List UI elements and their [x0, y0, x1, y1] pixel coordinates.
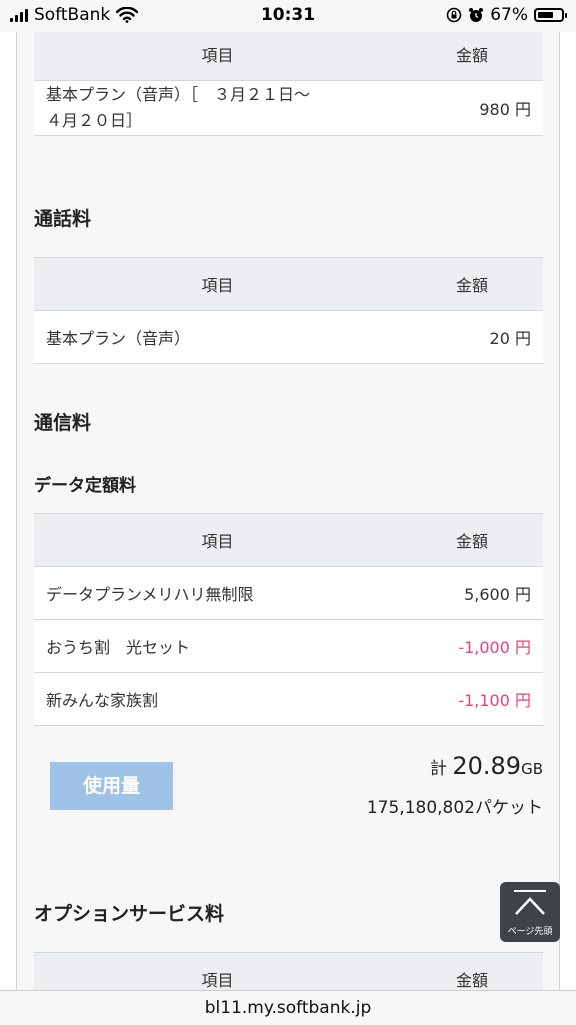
call-section: 項目 金額 基本プラン（音声） 20 円 [34, 257, 543, 364]
amount-value: 5,600 [464, 585, 510, 604]
usage-area: 使用量 計 20.89GB 175,180,802パケット [34, 747, 543, 847]
comm-section: 項目 金額 データプランメリハリ無制限 5,600 円 おうち割 光セット -1… [34, 513, 543, 726]
amount-unit: 円 [514, 585, 531, 604]
header-item: 項目 [34, 513, 401, 567]
amount-unit: 円 [514, 638, 531, 657]
table-row: 新みんな家族割 -1,100 円 [34, 672, 543, 726]
url-text: bl11.my.softbank.jp [204, 998, 372, 1018]
table-row: 基本プラン（音声）［ ３月２１日〜 ４月２０日］ 980 円 [34, 80, 543, 136]
row-amount: -1,100 円 [401, 672, 543, 726]
total-prefix: 計 [429, 759, 447, 779]
row-amount: -1,000 円 [401, 619, 543, 673]
amount-value: 980 [479, 100, 510, 119]
amount-value: -1,100 [458, 691, 510, 710]
rotation-lock-icon [446, 7, 462, 23]
comm-section-subtitle: データ定額料 [34, 476, 136, 496]
row-item: 基本プラン（音声） [34, 310, 401, 364]
row-item: データプランメリハリ無制限 [34, 566, 401, 620]
table-row: 基本プラン（音声） 20 円 [34, 310, 543, 364]
header-amount: 金額 [401, 513, 543, 567]
row-item: 新みんな家族割 [34, 672, 401, 726]
table-row: データプランメリハリ無制限 5,600 円 [34, 566, 543, 620]
header-amount: 金額 [401, 257, 543, 311]
row-amount: 980 円 [401, 80, 543, 136]
row-amount: 5,600 円 [401, 566, 543, 620]
packet-count: 175,180,802パケット [366, 798, 543, 818]
call-section-title: 通話料 [34, 208, 92, 230]
status-right: 67% [446, 5, 567, 25]
amount-unit: 円 [514, 691, 531, 710]
table-row: おうち割 光セット -1,000 円 [34, 619, 543, 673]
row-item: おうち割 光セット [34, 619, 401, 673]
option-section-title: オプションサービス料 [34, 903, 225, 925]
status-bar: SoftBank 10:31 67% [0, 0, 576, 32]
table-header: 項目 金額 [34, 952, 543, 990]
battery-percent: 67% [490, 5, 528, 25]
amount-value: -1,000 [458, 638, 510, 657]
header-item: 項目 [34, 257, 401, 311]
call-fee-table: 項目 金額 基本プラン（音声） 20 円 [34, 257, 543, 364]
option-section: 項目 金額 [34, 952, 543, 990]
amount-unit: 円 [514, 329, 531, 348]
basic-fee-section: 項目 金額 基本プラン（音声）［ ３月２１日〜 ４月２０日］ 980 円 [34, 32, 543, 136]
row-item-line2: ４月２０日］ [46, 111, 143, 130]
row-item-line1: 基本プラン（音声）［ ３月２１日〜 [46, 85, 311, 104]
amount-value: 20 [489, 329, 510, 348]
header-item: 項目 [34, 952, 401, 990]
option-fee-table: 項目 金額 [34, 952, 543, 990]
alarm-icon [469, 8, 484, 22]
page-top-label: ページ先頭 [507, 927, 553, 937]
table-header: 項目 金額 [34, 513, 543, 567]
row-item: 基本プラン（音声）［ ３月２１日〜 ４月２０日］ [34, 80, 401, 136]
battery-icon [534, 8, 567, 22]
page-top-button[interactable]: ページ先頭 [500, 882, 560, 942]
header-item: 項目 [34, 32, 401, 81]
chevron-up-icon [514, 890, 546, 915]
amount-unit: 円 [514, 100, 531, 119]
comm-section-title: 通信料 [34, 412, 92, 434]
usage-button[interactable]: 使用量 [50, 762, 173, 810]
url-bar[interactable]: bl11.my.softbank.jp [0, 990, 576, 1025]
basic-fee-table: 項目 金額 基本プラン（音声）［ ３月２１日〜 ４月２０日］ 980 円 [34, 32, 543, 136]
header-amount: 金額 [401, 32, 543, 81]
data-fee-table: 項目 金額 データプランメリハリ無制限 5,600 円 おうち割 光セット -1… [34, 513, 543, 726]
table-header: 項目 金額 [34, 32, 543, 81]
total-value: 20.89 [452, 752, 522, 780]
usage-total: 計 20.89GB [430, 752, 543, 780]
main-content: 項目 金額 基本プラン（音声）［ ３月２１日〜 ４月２０日］ 980 円 通話料… [16, 32, 560, 990]
table-header: 項目 金額 [34, 257, 543, 311]
header-amount: 金額 [401, 952, 543, 990]
row-amount: 20 円 [401, 310, 543, 364]
total-unit: GB [521, 760, 543, 778]
